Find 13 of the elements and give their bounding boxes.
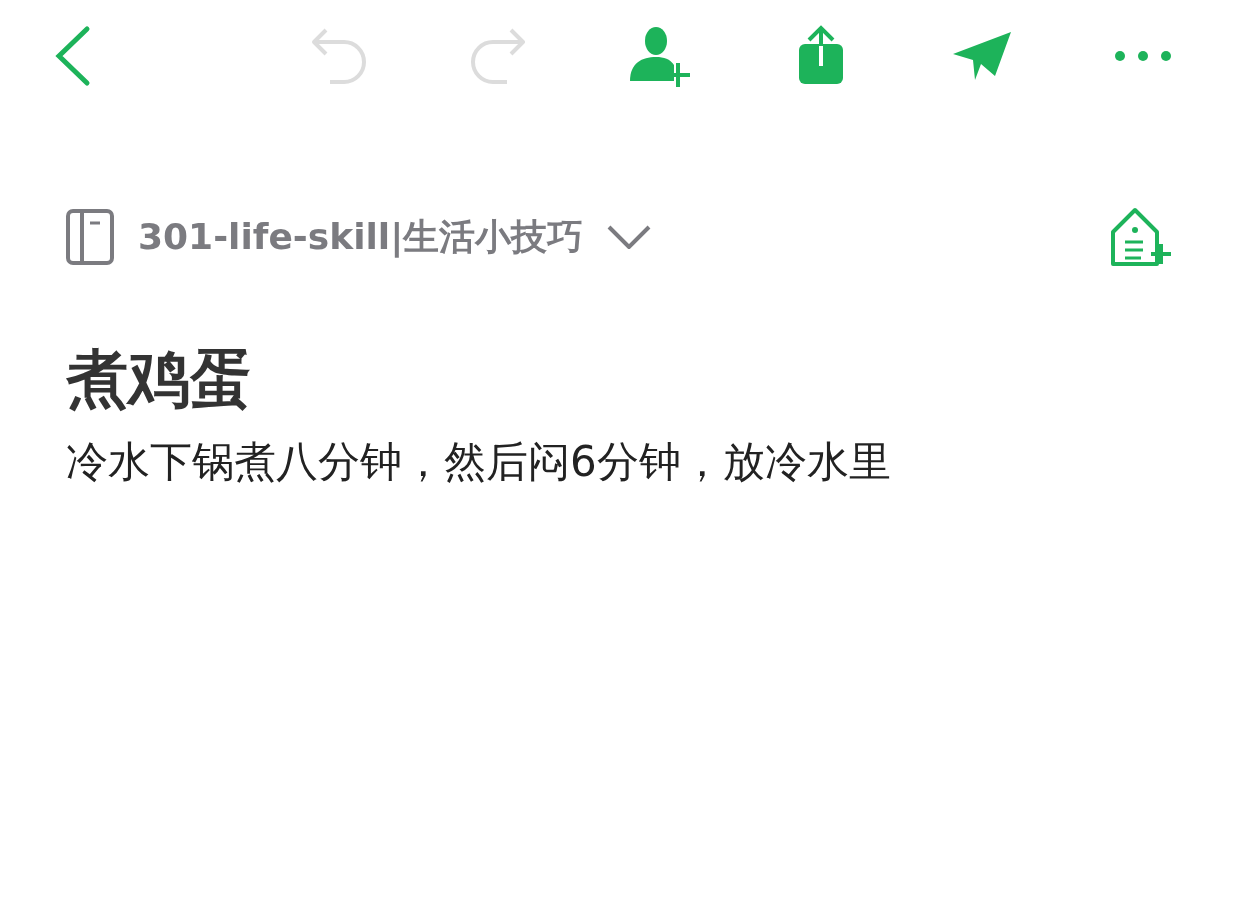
notebook-selector[interactable]: 301-life-skill|生活小技巧 [138, 210, 652, 264]
add-person-icon [628, 25, 692, 87]
undo-icon [310, 26, 366, 86]
redo-icon [471, 26, 527, 86]
notebook-icon [66, 209, 114, 265]
note-body: 冷水下锅煮八分钟，然后闷6分钟，放冷水里 [66, 436, 892, 489]
chevron-down-icon [607, 225, 652, 249]
share-icon [797, 26, 845, 86]
more-icon [1115, 51, 1171, 61]
note-title: 煮鸡蛋 [66, 342, 253, 417]
paper-plane-icon [951, 30, 1013, 82]
back-icon [55, 27, 91, 85]
tag-add-icon [1111, 208, 1173, 266]
